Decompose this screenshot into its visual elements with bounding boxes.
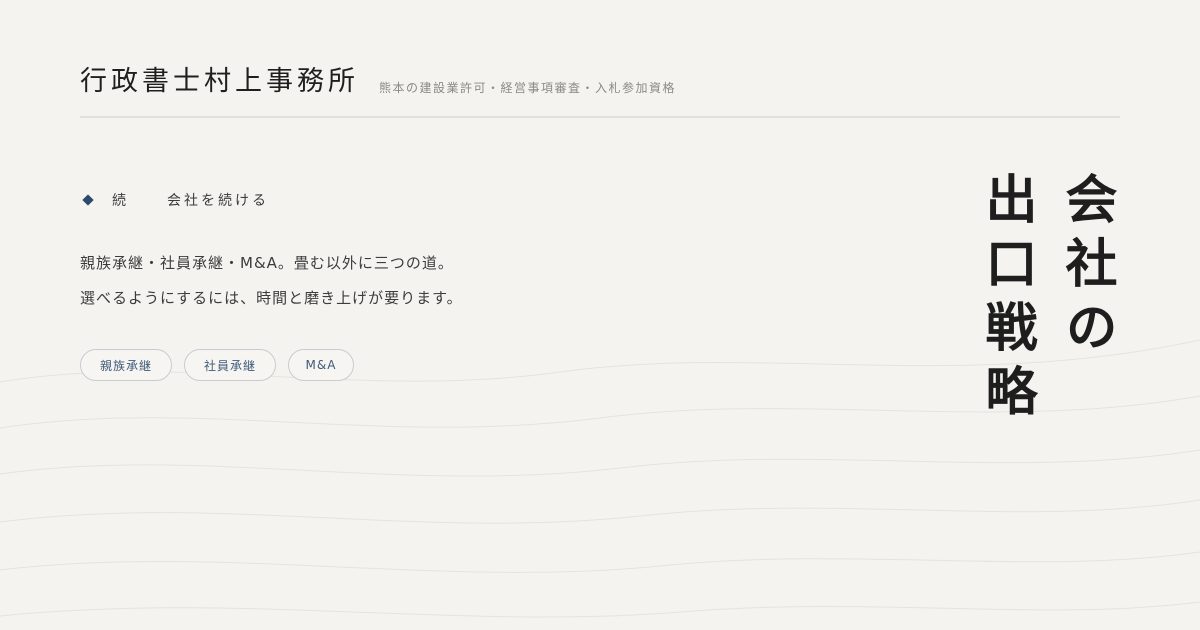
vertical-title: 会社の 出口戦略 xyxy=(976,172,1117,428)
eyebrow-key: 続 xyxy=(112,193,129,209)
body-text: 親族承継・社員承継・M&A。畳む以外に三つの道。 選べるようにするには、時間と磨… xyxy=(80,246,463,316)
tag-employee-succession[interactable]: 社員承継 xyxy=(184,349,276,381)
eyebrow-label: 会社を続ける xyxy=(167,193,269,209)
office-name: 行政書士村上事務所 xyxy=(80,66,359,97)
site-header: 行政書士村上事務所 熊本の建設業許可・経営事項審査・入札参加資格 xyxy=(80,62,1120,118)
diamond-icon xyxy=(82,194,94,206)
tag-m-and-a[interactable]: M&A xyxy=(288,349,354,381)
body-line-1: 親族承継・社員承継・M&A。畳む以外に三つの道。 xyxy=(80,254,454,272)
section-eyebrow: 続 会社を続ける xyxy=(82,190,269,210)
tag-list: 親族承継 社員承継 M&A xyxy=(80,349,354,381)
body-line-2: 選べるようにするには、時間と磨き上げが要ります。 xyxy=(80,289,463,307)
tag-family-succession[interactable]: 親族承継 xyxy=(80,349,172,381)
office-tagline: 熊本の建設業許可・経営事項審査・入札参加資格 xyxy=(379,81,677,95)
